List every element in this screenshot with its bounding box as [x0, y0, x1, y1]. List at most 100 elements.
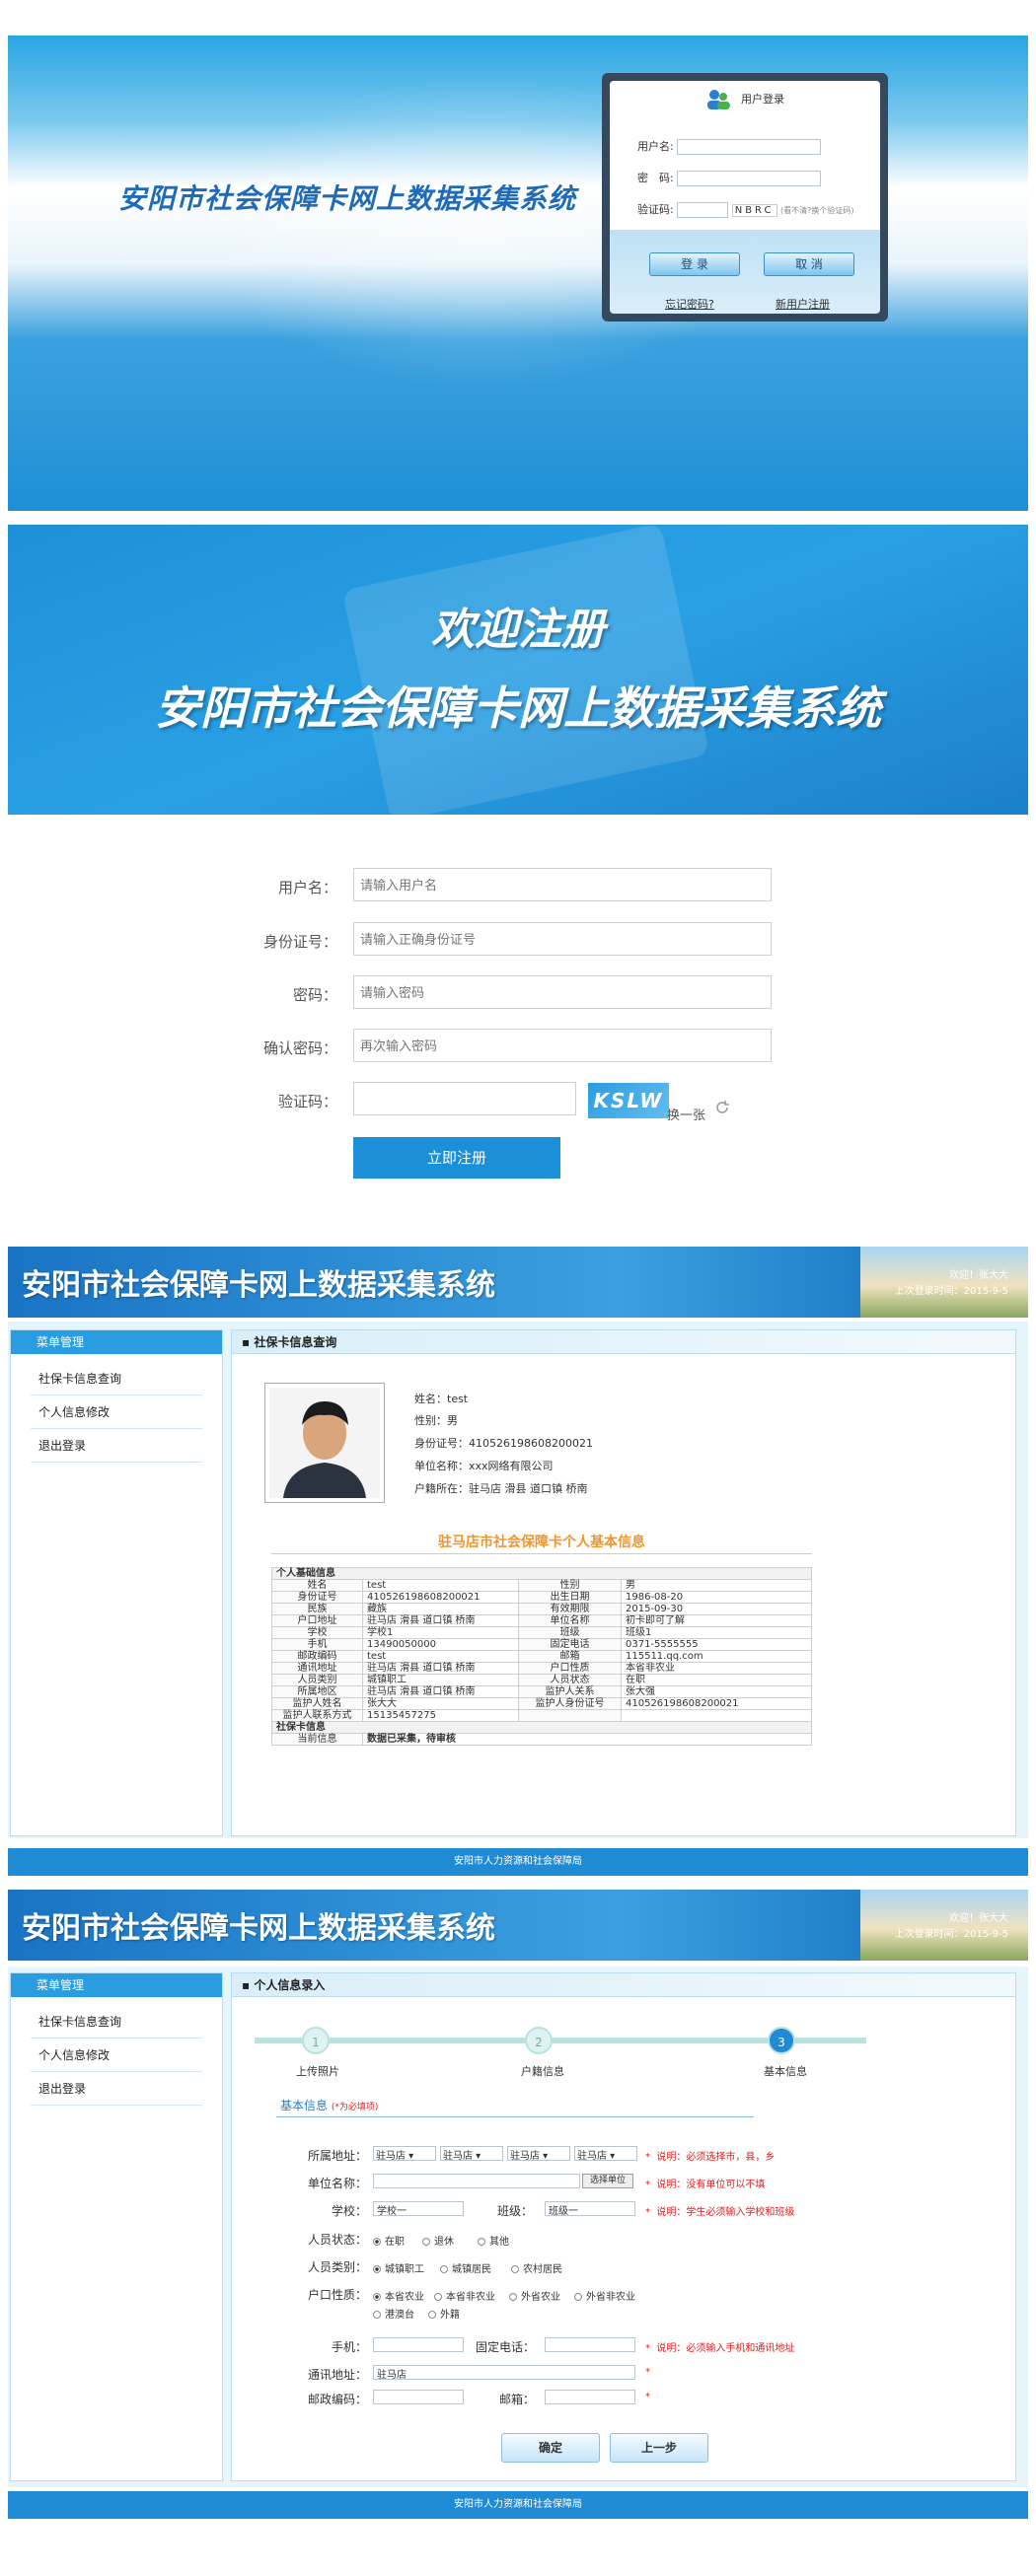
cancel-button[interactable]: 取 消: [764, 252, 854, 276]
captcha-refresh-link[interactable]: (看不清?换个验证码): [780, 206, 854, 215]
category-option-urban-resident[interactable]: 城镇居民: [440, 2260, 491, 2275]
table-key: 户口地址: [271, 1614, 363, 1627]
table-value: 藏族: [362, 1603, 519, 1615]
radio-label: 外籍: [440, 2310, 460, 2321]
reg-confirm-password-input[interactable]: [353, 1029, 772, 1062]
table-key: 班级: [518, 1626, 622, 1639]
phone-note: * 说明：必须输入手机和通讯地址: [645, 2339, 794, 2354]
table-row: 户口地址 驻马店 滑县 道口镇 桥南 单位名称 初卡即可了解: [271, 1614, 812, 1627]
table-row: 学校 学校1 班级 班级1: [271, 1626, 812, 1639]
radio-label: 港澳台: [385, 2310, 414, 2321]
reg-idcard-input[interactable]: [353, 922, 772, 956]
status-option-other[interactable]: 其他: [478, 2233, 509, 2248]
table-value: 驻马店 滑县 道口镇 桥南: [362, 1614, 519, 1627]
table-key: 单位名称: [518, 1614, 622, 1627]
school-note: * 说明：学生必须输入学校和班级: [645, 2203, 794, 2218]
reg-captcha-image[interactable]: KSLW: [588, 1083, 669, 1118]
table-row: 身份证号 410526198608200021 出生日期 1986-08-20: [271, 1591, 812, 1604]
hukou-option-other-nonagri[interactable]: 外省非农业: [574, 2288, 635, 2303]
area-note: * 说明：必须选择市，县，乡: [645, 2148, 775, 2163]
info-panel-title: ▪ 社保卡信息查询: [232, 1330, 1015, 1354]
profile-gender: 性别：男: [414, 1414, 458, 1427]
table-value: 410526198608200021: [621, 1697, 812, 1710]
status-option-active[interactable]: 在职: [373, 2233, 405, 2248]
category-option-urban-worker[interactable]: 城镇职工: [373, 2260, 424, 2275]
class-label: 班级：: [496, 2204, 533, 2218]
info-section-card: 社保卡信息: [271, 1721, 812, 1734]
mobile-input[interactable]: [373, 2337, 464, 2352]
confirm-button[interactable]: 确定: [501, 2433, 600, 2463]
phone-input[interactable]: [545, 2337, 635, 2352]
category-label: 人员类别：: [307, 2260, 367, 2274]
hukou-option-hk-macau-tw[interactable]: 港澳台: [373, 2306, 414, 2321]
table-value: 班级1: [621, 1626, 812, 1639]
hukou-option-local-nonagri[interactable]: 本省非农业: [434, 2288, 495, 2303]
system-title: 安阳市社会保障卡网上数据采集系统: [22, 1911, 495, 1946]
sidebar-menu: 菜单管理 社保卡信息查询 个人信息修改 退出登录: [10, 1972, 223, 2481]
sidebar-header: 菜单管理: [11, 1973, 222, 1997]
table-key: 邮政编码: [271, 1650, 363, 1663]
username-input[interactable]: [677, 139, 822, 155]
table-row: 人员类别 城镇职工 人员状态 在职: [271, 1674, 812, 1686]
email-input[interactable]: [545, 2390, 635, 2404]
register-submit-button[interactable]: 立即注册: [353, 1137, 560, 1179]
password-input[interactable]: [677, 171, 822, 186]
reg-username-input[interactable]: [353, 868, 772, 901]
class-input[interactable]: 班级一: [545, 2201, 635, 2217]
reg-captcha-input[interactable]: [353, 1082, 576, 1115]
table-key: 人员类别: [271, 1674, 363, 1686]
table-value: 本省非农业: [621, 1662, 812, 1675]
unit-label: 单位名称：: [307, 2177, 367, 2190]
sidebar-item-edit-profile[interactable]: 个人信息修改: [31, 2039, 202, 2072]
sidebar-item-card-query[interactable]: 社保卡信息查询: [31, 1362, 202, 1395]
login-button[interactable]: 登 录: [649, 252, 740, 276]
hukou-option-local-agri[interactable]: 本省农业: [373, 2288, 424, 2303]
radio-label: 其他: [489, 2237, 509, 2248]
radio-label: 外省非农业: [586, 2292, 635, 2303]
sidebar-item-edit-profile[interactable]: 个人信息修改: [31, 1395, 202, 1429]
sidebar-header: 菜单管理: [11, 1330, 222, 1354]
address-input[interactable]: 驻马店: [373, 2365, 635, 2381]
area-select-village[interactable]: 驻马店 ▾: [574, 2146, 637, 2162]
card-decoration: [341, 525, 710, 815]
radio-dot: [434, 2293, 442, 2301]
refresh-icon[interactable]: [714, 1100, 730, 1115]
table-row: 通讯地址 驻马店 滑县 道口镇 桥南 户口性质 本省非农业: [271, 1662, 812, 1675]
forgot-password-link[interactable]: 忘记密码?: [665, 296, 714, 312]
hukou-option-other-agri[interactable]: 外省农业: [509, 2288, 560, 2303]
area-select-city[interactable]: 驻马店 ▾: [373, 2146, 436, 2162]
select-unit-button[interactable]: 选择单位: [582, 2174, 633, 2188]
required-star: *: [645, 2180, 650, 2190]
radio-dot: [373, 2293, 381, 2301]
captcha-input[interactable]: [677, 202, 729, 218]
sidebar-item-logout[interactable]: 退出登录: [31, 2072, 202, 2106]
reg-captcha-label: 验证码：: [277, 1093, 337, 1110]
sidebar-item-logout[interactable]: 退出登录: [31, 1429, 202, 1463]
register-link[interactable]: 新用户注册: [776, 296, 830, 312]
phone-label: 固定电话：: [475, 2340, 535, 2354]
table-key: 固定电话: [518, 1638, 622, 1651]
captcha-image[interactable]: NBRC: [731, 204, 777, 217]
info-title-divider: [271, 1553, 812, 1554]
hukou-option-foreign[interactable]: 外籍: [428, 2306, 460, 2321]
area-select-county[interactable]: 驻马店 ▾: [440, 2146, 503, 2162]
table-row: 监护人姓名 张大大 监护人身份证号 410526198608200021: [271, 1697, 812, 1710]
area-select-town[interactable]: 驻马店 ▾: [507, 2146, 570, 2162]
zip-input[interactable]: [373, 2390, 464, 2404]
area-select-town-value: 驻马店: [510, 2151, 540, 2162]
sidebar-item-card-query[interactable]: 社保卡信息查询: [31, 2005, 202, 2039]
previous-step-button[interactable]: 上一步: [610, 2433, 708, 2463]
reg-captcha-refresh-link[interactable]: 换一张: [667, 1105, 705, 1123]
unit-input[interactable]: [373, 2174, 580, 2188]
radio-dot: [428, 2311, 436, 2319]
mobile-label: 手机：: [331, 2340, 367, 2354]
table-key: 监护人姓名: [271, 1697, 363, 1710]
category-option-rural-resident[interactable]: 农村居民: [511, 2260, 562, 2275]
school-input[interactable]: 学校一: [373, 2201, 464, 2217]
password-label: 密 码:: [637, 172, 674, 184]
welcome-text: 欢迎！张大大: [949, 1270, 1008, 1281]
reg-password-input[interactable]: [353, 975, 772, 1009]
info-panel-title-text: 社保卡信息查询: [254, 1335, 337, 1349]
status-option-retired[interactable]: 退休: [422, 2233, 454, 2248]
required-star: *: [645, 2207, 650, 2218]
